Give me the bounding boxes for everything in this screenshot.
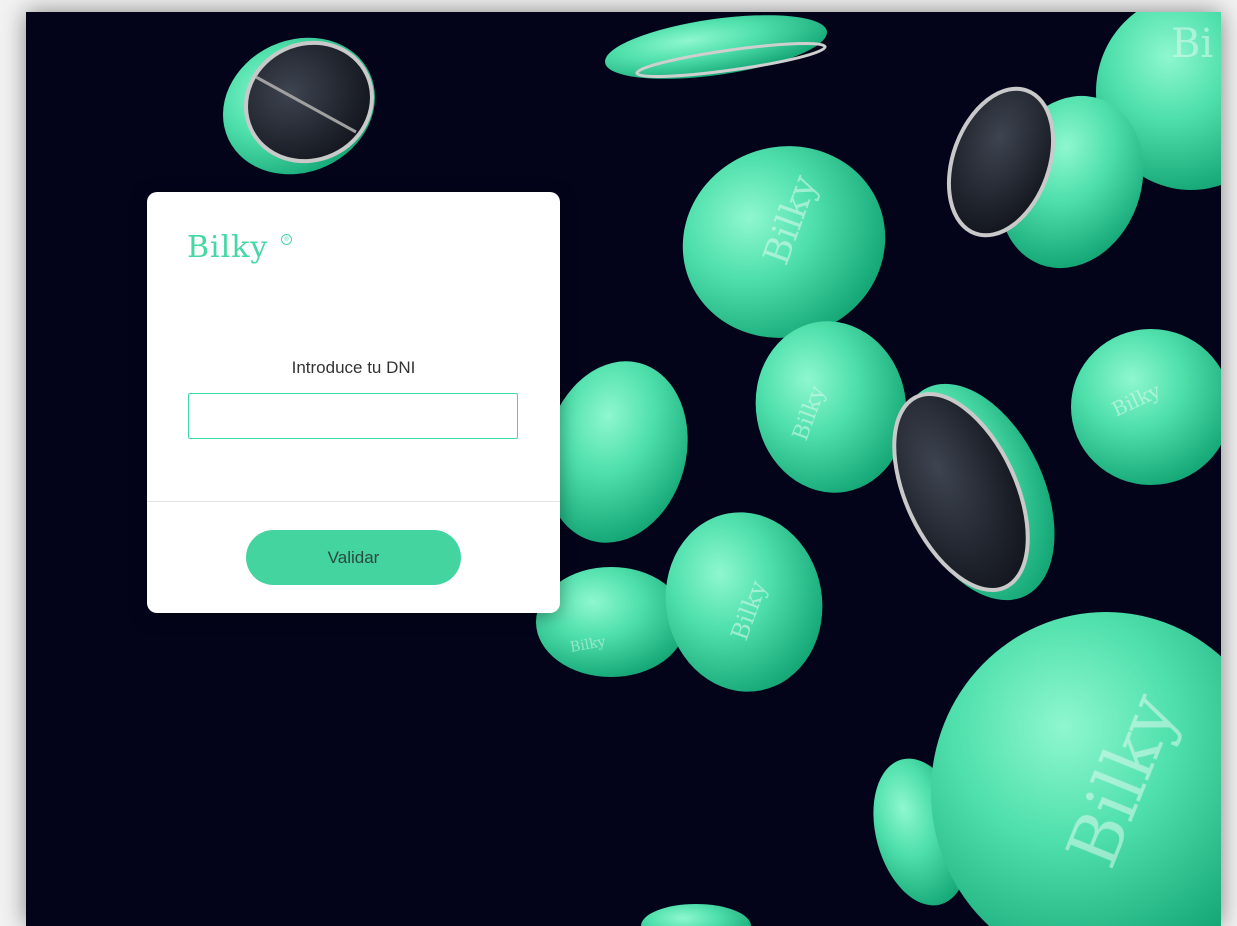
dni-input[interactable] <box>188 393 518 439</box>
svg-text:Bi: Bi <box>1171 21 1213 67</box>
validate-button[interactable]: Validar <box>246 530 461 585</box>
card-divider <box>147 501 560 502</box>
dni-label: Introduce tu DNI <box>291 358 416 377</box>
pill-open-top-left <box>223 37 375 175</box>
app-window: Bilky Bilky Bi Bilky Bilky Bilky Bilky B… <box>26 12 1221 926</box>
registered-mark-icon: ® <box>281 234 292 245</box>
login-card: Bilky ® Introduce tu DNI Validar <box>147 192 560 613</box>
bilky-logo: Bilky <box>187 230 269 265</box>
